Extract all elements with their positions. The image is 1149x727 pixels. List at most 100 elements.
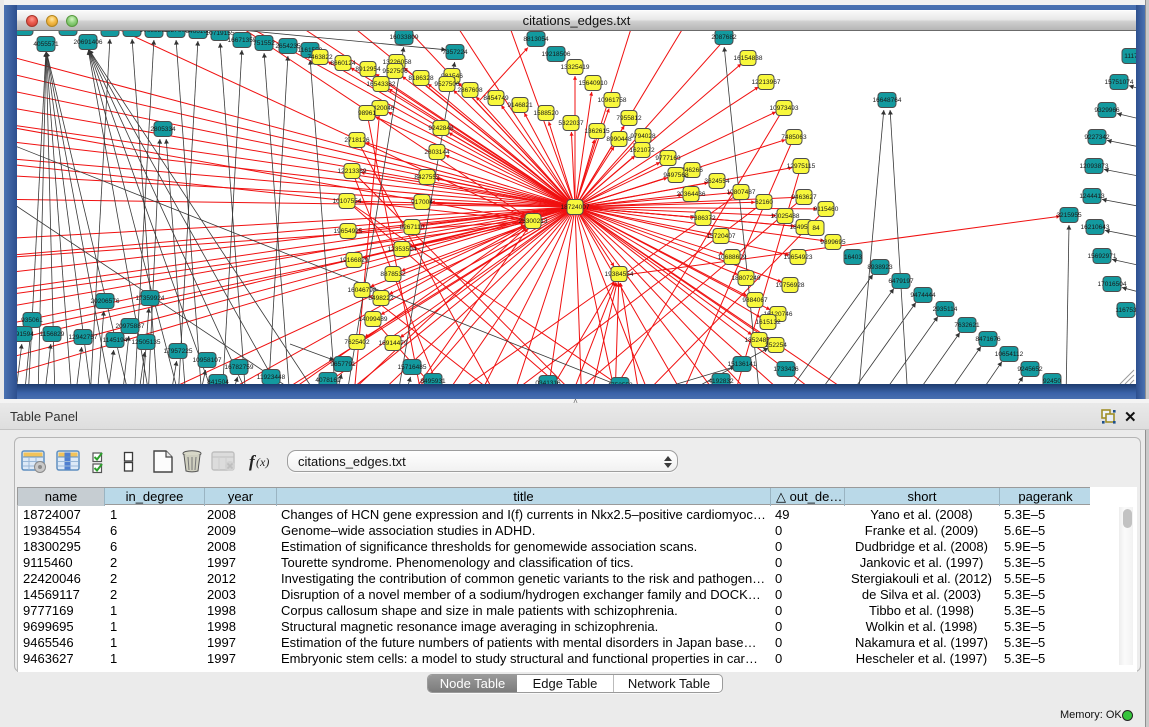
- svg-text:12942757: 12942757: [69, 334, 98, 341]
- svg-text:16782759: 16782759: [225, 364, 254, 371]
- svg-text:917004: 917004: [411, 199, 433, 206]
- svg-text:15751074: 15751074: [1105, 79, 1134, 86]
- svg-text:9497568: 9497568: [663, 172, 689, 179]
- svg-text:25300213: 25300213: [519, 218, 548, 225]
- svg-text:62160: 62160: [755, 199, 773, 206]
- svg-text:16033809: 16033809: [390, 34, 419, 41]
- svg-text:7357224: 7357224: [442, 49, 468, 56]
- svg-text:10654112: 10654112: [995, 351, 1024, 358]
- svg-text:15692971: 15692971: [1088, 253, 1117, 260]
- svg-text:8186328: 8186328: [408, 75, 434, 82]
- svg-text:12213389: 12213389: [338, 168, 367, 175]
- svg-text:9115460: 9115460: [814, 206, 839, 213]
- svg-text:1733426: 1733426: [773, 366, 799, 373]
- svg-text:8454749: 8454749: [483, 95, 509, 102]
- svg-text:7386372: 7386372: [690, 215, 716, 222]
- svg-text:10807487: 10807487: [727, 189, 756, 196]
- svg-text:15640910: 15640910: [579, 80, 608, 87]
- svg-text:935061: 935061: [21, 317, 43, 324]
- svg-text:16154838: 16154838: [734, 55, 763, 62]
- svg-text:14099489: 14099489: [359, 316, 388, 323]
- svg-text:7632621: 7632621: [954, 322, 980, 329]
- svg-text:7955812: 7955812: [616, 115, 642, 122]
- svg-text:19218506: 19218506: [542, 51, 571, 58]
- svg-text:18724007: 18724007: [561, 204, 590, 211]
- svg-text:9463627: 9463627: [791, 194, 817, 201]
- svg-text:1117: 1117: [1124, 53, 1136, 60]
- svg-text:15720407: 15720407: [707, 233, 736, 240]
- svg-text:13325419: 13325419: [561, 64, 590, 71]
- svg-text:4752553: 4752553: [607, 382, 633, 384]
- svg-text:8878532: 8878532: [380, 271, 406, 278]
- svg-text:10973493: 10973493: [770, 105, 799, 112]
- svg-text:3624554: 3624554: [704, 178, 730, 185]
- svg-text:9794028: 9794028: [630, 133, 656, 140]
- svg-text:8427552: 8427552: [414, 174, 440, 181]
- svg-text:5322037: 5322037: [558, 120, 584, 127]
- svg-text:1621072: 1621072: [629, 147, 655, 154]
- svg-text:18807249: 18807249: [732, 275, 761, 282]
- svg-text:19756928: 19756928: [776, 282, 805, 289]
- svg-text:(x): (x): [256, 455, 269, 469]
- svg-text:84: 84: [812, 225, 820, 232]
- svg-text:9245652: 9245652: [1017, 366, 1043, 373]
- svg-text:16543382: 16543382: [367, 81, 396, 88]
- svg-text:17016504: 17016504: [1098, 281, 1127, 288]
- svg-text:1615132: 1615132: [755, 319, 781, 326]
- svg-text:15136141: 15136141: [728, 361, 757, 368]
- svg-text:1043321: 1043321: [17, 31, 37, 32]
- svg-text:16403: 16403: [844, 254, 862, 261]
- svg-text:7625402: 7625402: [344, 339, 370, 346]
- svg-text:19654925: 19654925: [334, 228, 363, 235]
- svg-text:1362615: 1362615: [584, 128, 610, 135]
- svg-text:8660124: 8660124: [330, 60, 356, 67]
- svg-text:19384554: 19384554: [605, 271, 634, 278]
- svg-text:6479197: 6479197: [888, 278, 914, 285]
- svg-text:20691406: 20691406: [74, 39, 103, 46]
- svg-text:98961: 98961: [358, 110, 376, 117]
- svg-text:17359924: 17359924: [136, 295, 165, 302]
- svg-text:17957225: 17957225: [164, 348, 193, 355]
- svg-text:2935114: 2935114: [933, 306, 958, 313]
- svg-text:16046798: 16046798: [348, 287, 377, 294]
- svg-text:1588520: 1588520: [533, 110, 559, 117]
- svg-text:92450: 92450: [1043, 378, 1061, 384]
- svg-text:16210643: 16210643: [1081, 224, 1110, 231]
- svg-text:9242848: 9242848: [428, 125, 454, 132]
- svg-text:7463822: 7463822: [307, 54, 333, 61]
- svg-text:9657791: 9657791: [330, 361, 356, 368]
- svg-text:12213967: 12213967: [752, 79, 781, 86]
- svg-text:10688609: 10688609: [718, 254, 747, 261]
- svg-text:2805334: 2805334: [150, 126, 176, 133]
- svg-text:11923448: 11923448: [257, 374, 286, 381]
- svg-text:10025488: 10025488: [771, 213, 800, 220]
- svg-text:8912954: 8912954: [355, 66, 381, 73]
- svg-text:9146821: 9146821: [507, 102, 533, 109]
- svg-text:9474444: 9474444: [910, 292, 936, 299]
- svg-text:8813054: 8813054: [523, 36, 549, 43]
- svg-text:9329966: 9329966: [1094, 107, 1120, 114]
- svg-text:4078161: 4078161: [315, 377, 341, 384]
- svg-text:8938923: 8938923: [867, 264, 893, 271]
- svg-text:8990448: 8990448: [606, 136, 632, 143]
- svg-text:8196001: 8196001: [55, 31, 81, 32]
- svg-text:9899695: 9899695: [820, 239, 846, 246]
- svg-text:9527506: 9527506: [434, 81, 460, 88]
- svg-text:0341316: 0341316: [535, 380, 561, 384]
- svg-text:15716485: 15716485: [398, 364, 427, 371]
- svg-text:9227342: 9227342: [1084, 134, 1110, 141]
- svg-text:19654923: 19654923: [784, 254, 813, 261]
- svg-text:3215955: 3215955: [1056, 212, 1082, 219]
- svg-text:9527506: 9527506: [382, 68, 408, 75]
- svg-text:8498222: 8498222: [368, 295, 394, 302]
- svg-text:4192832: 4192832: [708, 378, 734, 384]
- svg-text:9777169: 9777169: [655, 155, 681, 162]
- svg-text:20364436: 20364436: [677, 191, 706, 198]
- svg-text:2718126: 2718126: [344, 137, 370, 144]
- svg-text:252254: 252254: [765, 342, 787, 349]
- svg-text:16648764: 16648764: [873, 97, 902, 104]
- svg-text:12975115: 12975115: [787, 163, 816, 170]
- svg-text:8471676: 8471676: [975, 336, 1001, 343]
- svg-text:9884067: 9884067: [742, 297, 768, 304]
- svg-text:16914479: 16914479: [379, 340, 408, 347]
